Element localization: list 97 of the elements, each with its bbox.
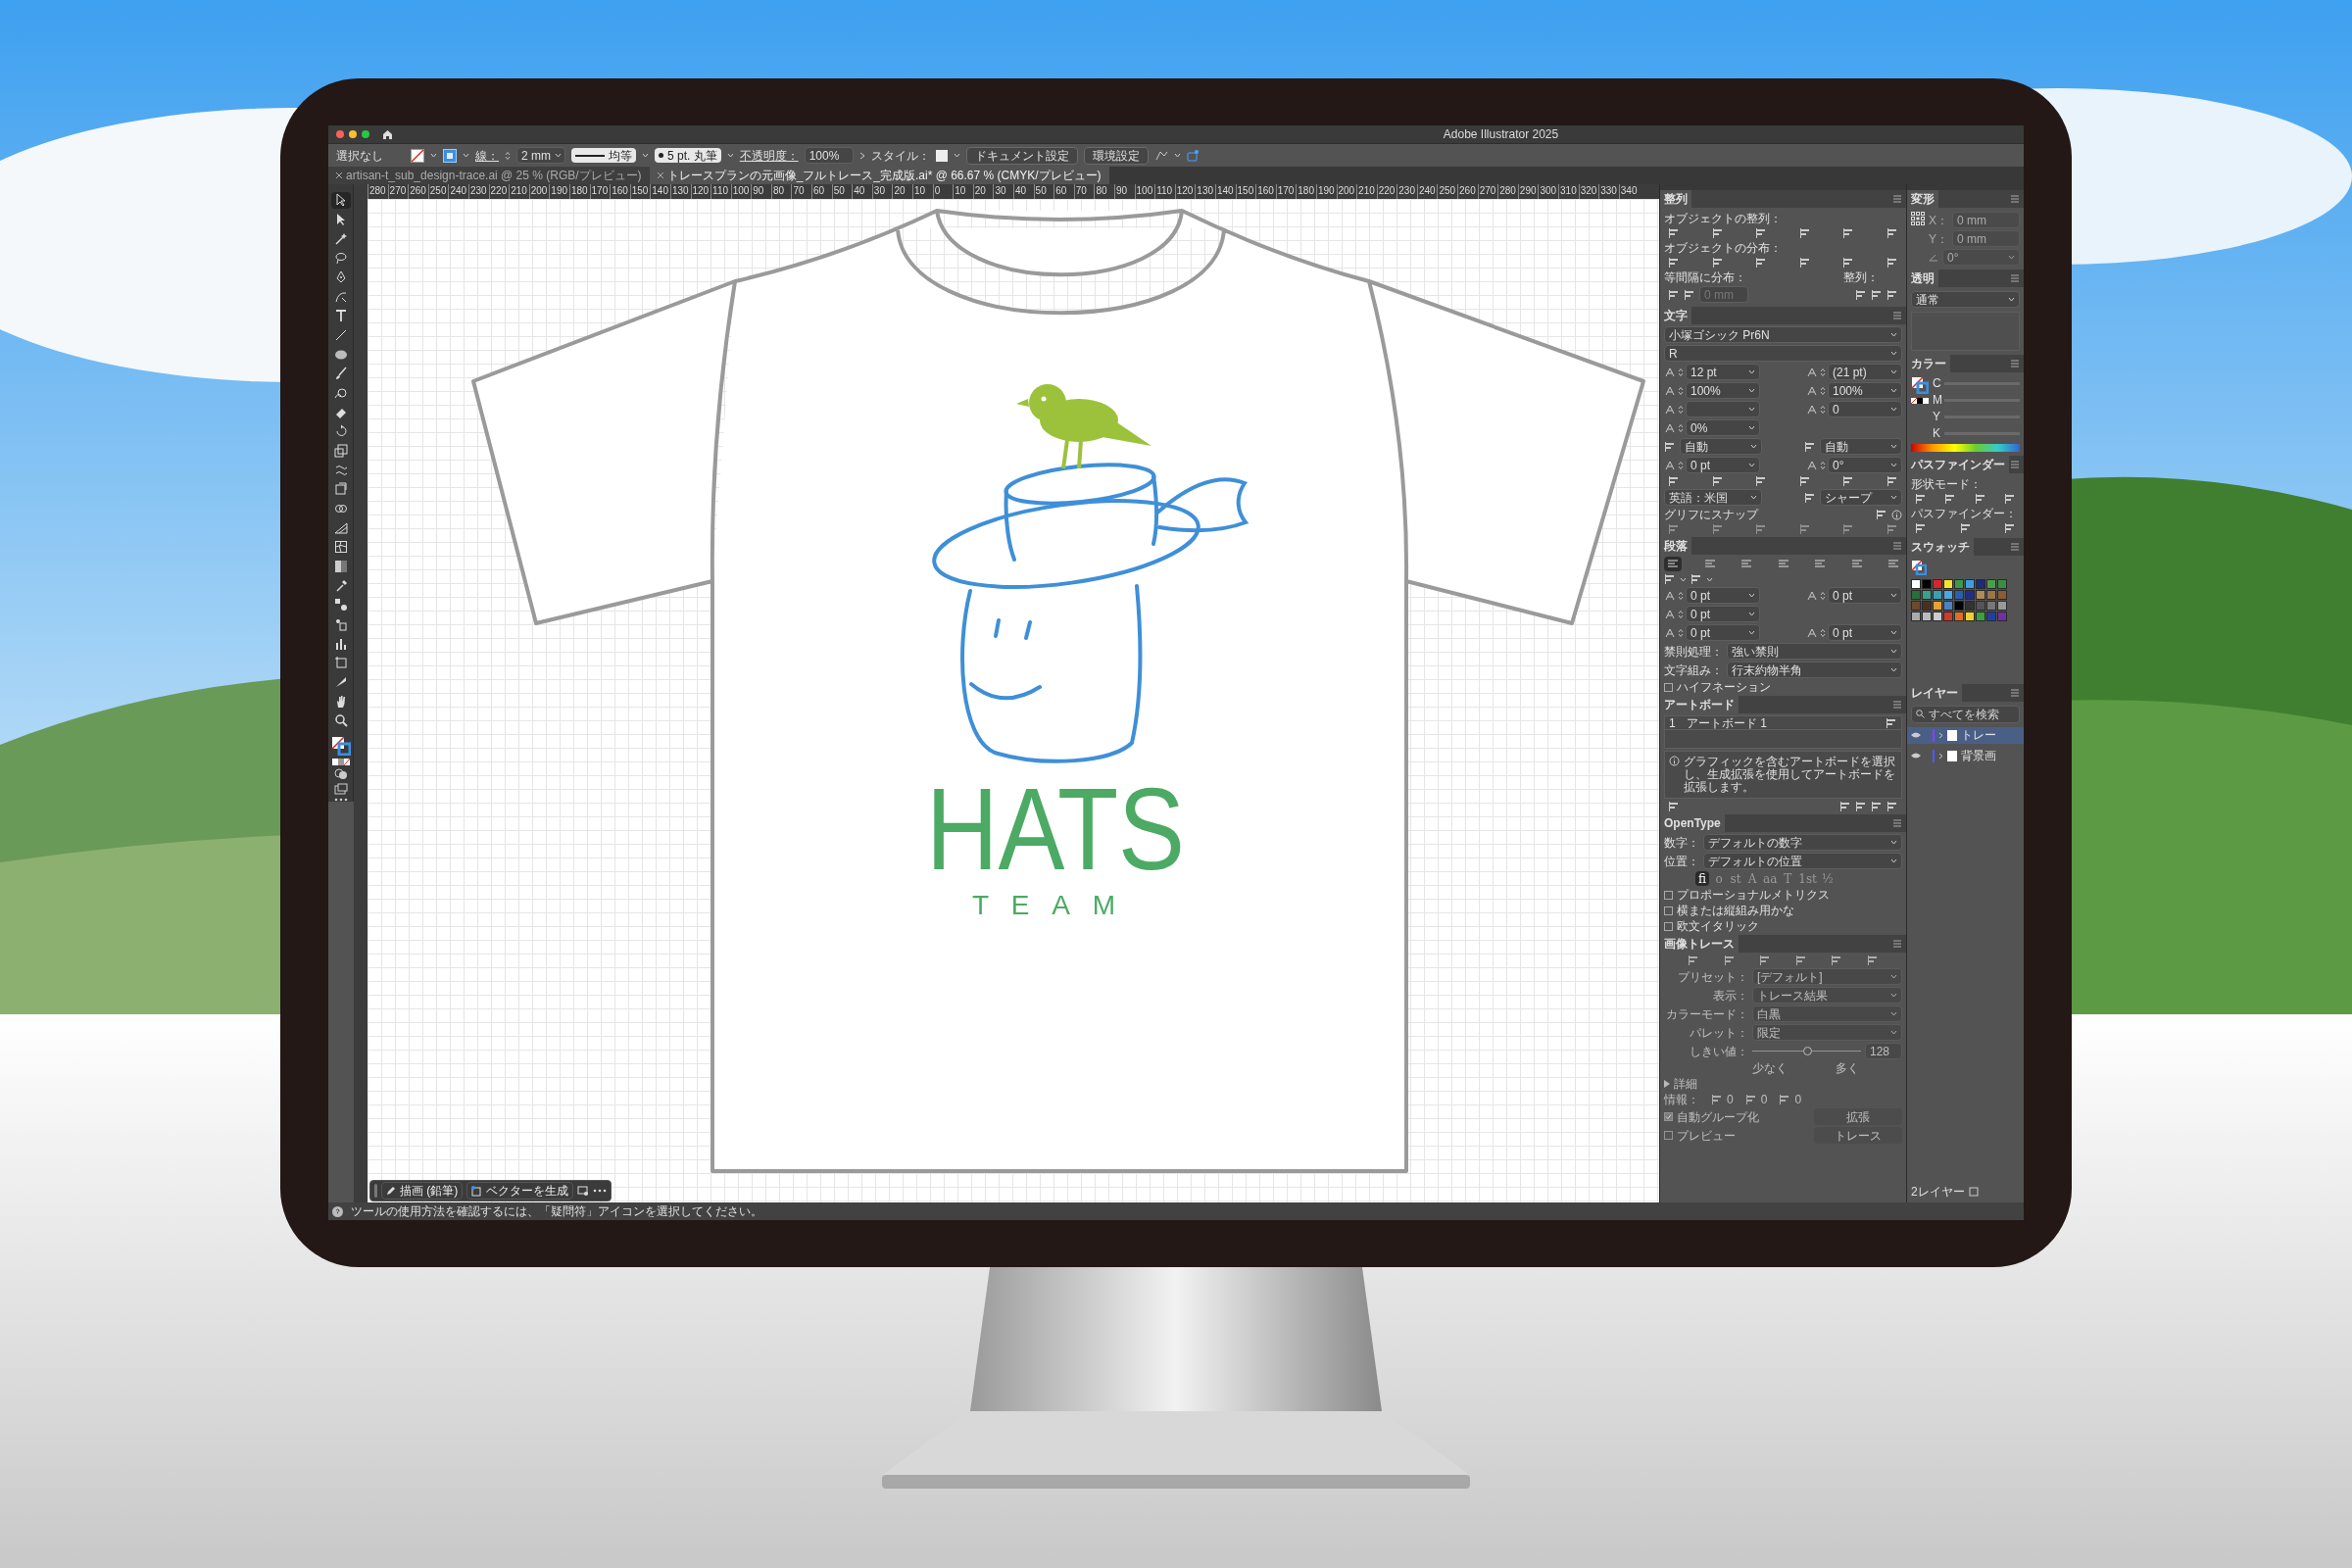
x-label: X： — [1929, 213, 1948, 227]
channel-label: M — [1933, 393, 1940, 407]
section-label: オブジェクトの整列： — [1664, 212, 1783, 225]
panel-tab[interactable]: スウォッチ — [1907, 537, 1974, 556]
info-count: 0 — [1727, 1093, 1734, 1106]
panel-tab[interactable]: 透明 — [1907, 270, 1938, 287]
x-field[interactable]: 0 mm — [1952, 212, 2020, 228]
channel-label: C — [1933, 376, 1940, 390]
selection-label: 選択なし — [336, 148, 384, 163]
task-bar-button[interactable]: 描画 (鉛筆) — [381, 1182, 464, 1200]
checkbox-label: ハイフネーション — [1677, 680, 1771, 694]
document-tab[interactable]: artisan-t_sub_design-trace.ai @ 25 % (RGB/プレビュー) — [328, 167, 650, 184]
mojikumi-label: 文字組み： — [1664, 662, 1723, 677]
checkbox-label: 自動グループ化 — [1677, 1109, 1759, 1124]
leading-field[interactable]: (21 pt) — [1828, 364, 1902, 380]
stroke-label: 線： — [475, 148, 499, 163]
artboard-number: 1 — [1668, 715, 1677, 730]
kinsoku-dropdown[interactable]: 強い禁則 — [1727, 643, 1902, 660]
panel-tab[interactable]: 変形 — [1907, 190, 1938, 208]
panel-tab[interactable]: OpenType — [1660, 814, 1725, 832]
checkbox-label: プレビュー — [1677, 1128, 1736, 1143]
layer-count: 2レイヤー — [1911, 1185, 1965, 1199]
info-count: 0 — [1794, 1093, 1802, 1106]
task-bar-button[interactable]: ベクターを生成 — [466, 1182, 574, 1200]
figure-label: 数字： — [1664, 835, 1699, 850]
info-message: グラフィックを含むアートボードを選択し、生成拡張を使用してアートボードを拡張します。 — [1684, 756, 1896, 794]
aki-after-dropdown[interactable]: 自動 — [1820, 438, 1902, 455]
angle-dropdown[interactable]: 0° — [1942, 249, 2020, 266]
slider-max-label: 多く — [1836, 1061, 1859, 1075]
snap-label: グリフにスナップ — [1664, 508, 1758, 521]
toolbar-button[interactable]: ドキュメント設定 — [965, 146, 1078, 165]
section-label: 等間隔に分布： — [1664, 270, 1746, 284]
layer-row[interactable]: 背景画 — [1907, 747, 2024, 764]
threshold-label: しきい値： — [1689, 1044, 1748, 1058]
checkbox-label: 欧文イタリック — [1677, 919, 1759, 933]
anti-alias-dropdown[interactable]: シャープ — [1820, 489, 1902, 506]
opacity-label: 不透明度： — [739, 148, 799, 163]
y-label: Y： — [1929, 231, 1948, 246]
section-label: 形状モード： — [1911, 476, 1983, 491]
toolbar-button[interactable]: 環境設定 — [1083, 146, 1149, 165]
slider-min-label: 少なく — [1752, 1061, 1788, 1075]
checkbox-label: 横または縦組み用かな — [1677, 904, 1794, 917]
status-text: ツールの使用方法を確認するには、「疑問符」アイコンを選択してください。 — [351, 1204, 762, 1218]
panel-tab[interactable]: アートボード — [1660, 696, 1739, 713]
advanced-label: 詳細 — [1674, 1077, 1697, 1091]
blend-mode-dropdown[interactable]: 通常 — [1911, 291, 2020, 308]
stroke-profile-dropdown[interactable]: 均等 — [571, 148, 636, 163]
baseline-shift-field[interactable]: 0 pt — [1686, 457, 1760, 473]
info-label: 情報： — [1664, 1093, 1699, 1106]
document-tab[interactable]: トレースプランの元画像_フルトレース_完成版.ai* @ 66.67 % (CMYK/プレビュー) — [649, 167, 1109, 184]
mode-label: カラーモード： — [1665, 1006, 1748, 1021]
space-before-field[interactable]: 0 pt — [1686, 624, 1760, 641]
palette-label: パレット： — [1689, 1025, 1748, 1040]
tracking-field[interactable]: 0 — [1828, 401, 1902, 417]
section-label: 整列： — [1843, 270, 1879, 284]
language-dropdown[interactable]: 英語：米国 — [1664, 489, 1762, 506]
opacity-field[interactable]: 100% — [804, 147, 854, 164]
section-label: オブジェクトの分布： — [1664, 241, 1783, 255]
tsume-field[interactable]: 0% — [1686, 419, 1760, 436]
search-field[interactable]: すべてを検索 — [1911, 705, 2020, 723]
layer-row[interactable]: トレー — [1907, 726, 2024, 744]
section-label: パスファインダー： — [1911, 506, 2018, 520]
stroke-width-field[interactable]: 2 mm — [516, 147, 565, 164]
font-size-field[interactable]: 12 pt — [1686, 364, 1760, 380]
panel-tab[interactable]: パスファインダー — [1907, 455, 2009, 473]
panel-tab[interactable]: 整列 — [1660, 190, 1691, 208]
font-style-dropdown[interactable]: R — [1664, 345, 1902, 362]
artboard-name: アートボード 1 — [1687, 715, 1768, 730]
vertical-scale-field[interactable]: 100% — [1686, 382, 1760, 399]
space-after-field[interactable]: 0 pt — [1828, 624, 1902, 641]
channel-label: Y — [1933, 410, 1940, 423]
left-indent-field[interactable]: 0 pt — [1686, 587, 1760, 604]
view-label: 表示： — [1712, 988, 1748, 1003]
opentype-feature-button[interactable]: fi — [1695, 871, 1709, 886]
right-indent-field[interactable]: 0 pt — [1828, 587, 1902, 604]
style-label: スタイル： — [870, 148, 930, 163]
panel-tab[interactable]: カラー — [1907, 355, 1950, 372]
aki-before-dropdown[interactable]: 自動 — [1680, 438, 1762, 455]
y-field[interactable]: 0 mm — [1952, 230, 2020, 247]
figure-dropdown[interactable]: デフォルトの数字 — [1703, 834, 1902, 851]
channel-label: K — [1933, 426, 1940, 440]
window-title: Adobe Illustrator 2025 — [1443, 127, 1559, 141]
font-dropdown[interactable]: 小塚ゴシック Pr6N — [1664, 326, 1902, 343]
mojikumi-dropdown[interactable]: 行末約物半角 — [1727, 662, 1902, 678]
position-dropdown[interactable]: デフォルトの位置 — [1703, 853, 1902, 869]
panel-tab[interactable]: 段落 — [1660, 537, 1691, 555]
horizontal-scale-field[interactable]: 100% — [1828, 382, 1902, 399]
character-rotation-field[interactable]: 0° — [1828, 457, 1902, 473]
first-line-indent-field[interactable]: 0 pt — [1686, 606, 1760, 622]
panel-tab[interactable]: レイヤー — [1907, 683, 1962, 702]
checkbox-label: プロポーショナルメトリクス — [1677, 888, 1830, 902]
brush-dropdown[interactable]: 5 pt. 丸筆 — [655, 148, 721, 163]
kinsoku-label: 禁則処理： — [1664, 644, 1723, 659]
preset-label: プリセット： — [1677, 969, 1748, 984]
panel-tab[interactable]: 文字 — [1660, 307, 1691, 324]
info-count: 0 — [1760, 1093, 1768, 1106]
position-label: 位置： — [1664, 854, 1699, 868]
